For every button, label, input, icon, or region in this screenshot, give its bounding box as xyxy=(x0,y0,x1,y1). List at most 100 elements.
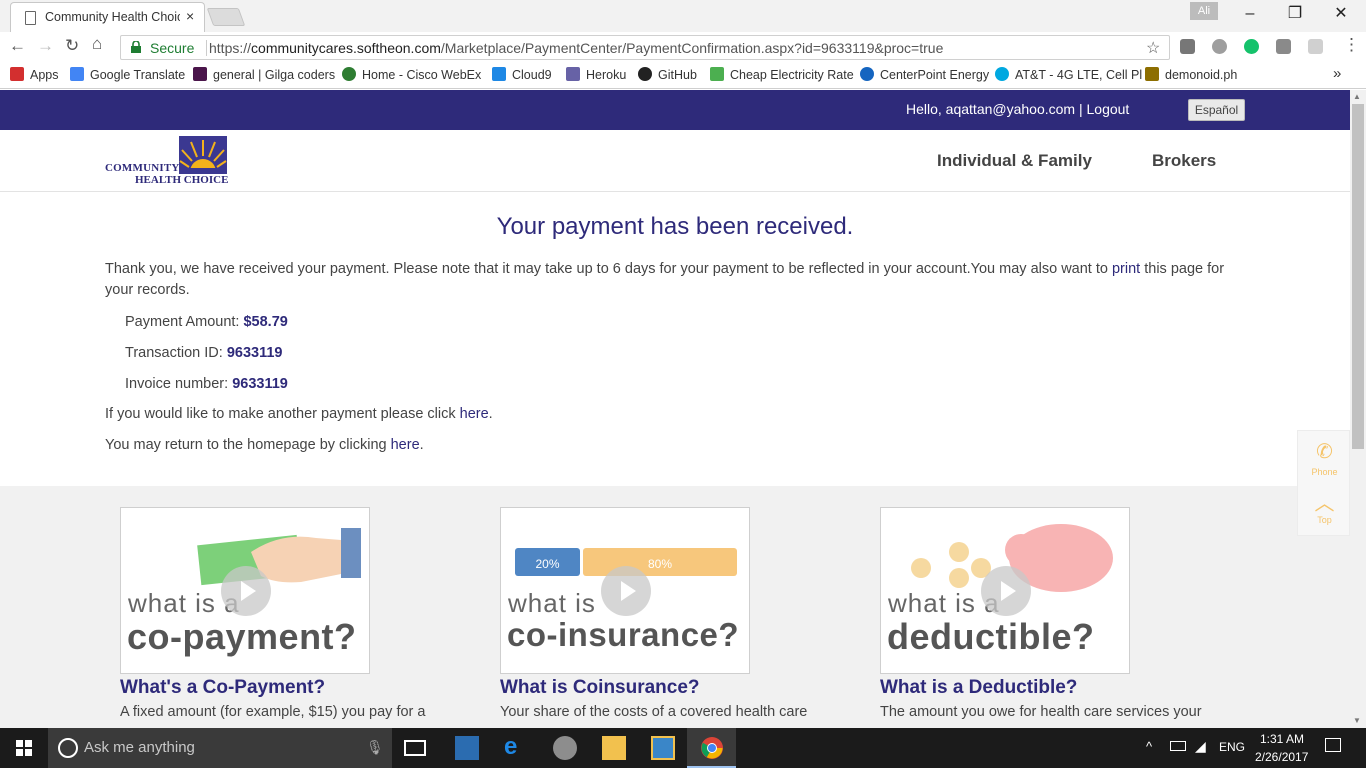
bookmark-centerpoint[interactable]: CenterPoint Energy xyxy=(860,67,989,82)
community-health-choice-logo[interactable]: COMMUNITY HEALTH CHOICE xyxy=(105,136,230,186)
nav-individual-family[interactable]: Individual & Family xyxy=(937,151,1092,171)
message-text: You may return to the homepage by clicki… xyxy=(105,437,391,453)
copayment-video-thumbnail[interactable]: what is a co-payment? xyxy=(120,507,370,674)
url-text[interactable]: https://communitycares.softheon.com/Mark… xyxy=(209,40,943,56)
url-path: /Marketplace/PaymentCenter/PaymentConfir… xyxy=(440,40,944,56)
back-icon[interactable]: ← xyxy=(9,36,26,56)
deductible-title[interactable]: What is a Deductible? xyxy=(880,677,1077,699)
transaction-id-value: 9633119 xyxy=(226,345,283,361)
microphone-icon[interactable]: 🎙 xyxy=(366,739,384,756)
bookmark-cloud9[interactable]: Cloud9 xyxy=(492,67,552,82)
message-text: If you would like to make another paymen… xyxy=(105,406,460,422)
reload-icon[interactable]: ↻ xyxy=(65,36,79,56)
restore-button[interactable]: ❐ xyxy=(1272,2,1318,28)
notifications-icon[interactable] xyxy=(1325,738,1341,752)
bookmark-webex[interactable]: Home - Cisco WebEx xyxy=(342,67,481,82)
thumbnail-caption: what is xyxy=(508,588,596,618)
chrome-taskbar-button[interactable] xyxy=(687,728,736,768)
app-icon[interactable] xyxy=(455,736,479,760)
home-icon[interactable]: ⌂ xyxy=(92,34,102,54)
bookmark-heroku[interactable]: Heroku xyxy=(566,67,626,82)
side-quick-links: ✆ Phone ︿ Top xyxy=(1297,430,1350,536)
bookmark-google-translate[interactable]: Google Translate xyxy=(70,67,185,82)
page-icon xyxy=(25,11,36,25)
sunrise-logo-icon xyxy=(179,136,227,174)
language-indicator[interactable]: ENG xyxy=(1219,740,1245,754)
clock-date[interactable]: 2/26/2017 xyxy=(1255,750,1308,764)
another-payment-link[interactable]: here xyxy=(460,406,489,422)
extension-icon[interactable] xyxy=(1308,39,1323,54)
start-button[interactable] xyxy=(0,728,48,768)
thumbnail-caption: deductible? xyxy=(887,616,1095,657)
app-icon[interactable] xyxy=(651,736,675,760)
chrome-icon xyxy=(701,737,723,759)
bookmark-att[interactable]: AT&T - 4G LTE, Cell Pl xyxy=(995,67,1142,82)
espanol-button[interactable]: Español xyxy=(1188,99,1245,121)
extension-icon[interactable] xyxy=(1180,39,1195,54)
page-scrollbar[interactable]: ▲ ▼ xyxy=(1350,90,1366,728)
scroll-down-icon[interactable]: ▼ xyxy=(1353,716,1361,725)
coinsurance-title[interactable]: What is Coinsurance? xyxy=(500,677,700,699)
invoice-number-row: Invoice number: 9633119 xyxy=(125,376,288,392)
coinsurance-video-thumbnail[interactable]: 20% 80% what is co-insurance? xyxy=(500,507,750,674)
extension-icon[interactable] xyxy=(1276,39,1291,54)
nav-brokers[interactable]: Brokers xyxy=(1152,151,1216,171)
message-text: Thank you, we have received your payment… xyxy=(105,261,1112,277)
extension-icon[interactable] xyxy=(1212,39,1227,54)
close-tab-icon[interactable]: × xyxy=(186,8,194,24)
menu-icon[interactable]: ⋮ xyxy=(1343,35,1360,55)
invoice-number-value: 9633119 xyxy=(232,376,288,392)
print-link[interactable]: print xyxy=(1112,261,1140,277)
deductible-video-thumbnail[interactable]: what is a deductible? xyxy=(880,507,1130,674)
top-label[interactable]: Top xyxy=(1298,515,1350,525)
edge-icon[interactable]: e xyxy=(504,735,528,760)
task-view-icon[interactable] xyxy=(404,740,426,756)
minimize-button[interactable]: – xyxy=(1227,2,1273,28)
site-header: COMMUNITY HEALTH CHOICE Individual & Fam… xyxy=(0,130,1350,192)
scrollbar-thumb[interactable] xyxy=(1352,104,1364,449)
thumbnail-caption: co-payment? xyxy=(127,616,357,657)
address-bar[interactable]: Secure https://communitycares.softheon.c… xyxy=(120,35,1170,60)
bolt-icon xyxy=(710,67,724,81)
play-icon[interactable] xyxy=(601,566,651,616)
profile-button[interactable]: Ali xyxy=(1190,2,1218,20)
app-icon[interactable] xyxy=(553,736,577,760)
battery-icon[interactable] xyxy=(1170,741,1186,751)
bookmark-demonoid[interactable]: demonoid.ph xyxy=(1145,67,1237,82)
bookmark-star-icon[interactable]: ☆ xyxy=(1146,38,1160,58)
bookmark-label: Heroku xyxy=(586,68,627,82)
forward-icon[interactable]: → xyxy=(37,36,54,56)
homepage-link[interactable]: here xyxy=(391,437,420,453)
transaction-id-label: Transaction ID: xyxy=(125,345,227,361)
chevron-up-icon[interactable]: ︿ xyxy=(1298,487,1350,516)
bookmark-label: CenterPoint Energy xyxy=(880,68,990,82)
close-window-button[interactable]: ✕ xyxy=(1318,2,1364,28)
play-icon[interactable] xyxy=(981,566,1031,616)
bookmark-slack[interactable]: general | Gilga coders xyxy=(193,67,335,82)
bookmark-apps[interactable]: Apps xyxy=(10,67,59,82)
file-explorer-icon[interactable] xyxy=(602,736,626,760)
browser-toolbar: ← → ↻ ⌂ Secure https://communitycares.so… xyxy=(0,32,1366,62)
site-top-bar: Hello, aqattan@yahoo.com | Logout Españo… xyxy=(0,90,1350,130)
bookmark-github[interactable]: GitHub xyxy=(638,67,697,82)
demonoid-icon xyxy=(1145,67,1159,81)
grammarly-icon[interactable] xyxy=(1244,39,1259,54)
phone-label[interactable]: Phone xyxy=(1298,467,1350,477)
cortana-search-box[interactable]: Ask me anything 🎙 xyxy=(48,728,392,768)
clock-time[interactable]: 1:31 AM xyxy=(1260,732,1304,746)
more-bookmarks-button[interactable]: » xyxy=(1333,65,1341,82)
page-title: Your payment has been received. xyxy=(496,213,854,240)
transaction-id-row: Transaction ID: 9633119 xyxy=(125,345,282,361)
secure-label: Secure xyxy=(150,40,195,56)
logo-text: COMMUNITY xyxy=(105,162,180,174)
wifi-icon[interactable]: ◢ xyxy=(1195,738,1206,755)
scroll-up-icon[interactable]: ▲ xyxy=(1353,92,1361,101)
phone-icon[interactable]: ✆ xyxy=(1298,439,1350,464)
browser-tab[interactable]: Community Health Choic × xyxy=(10,2,205,32)
copayment-title[interactable]: What's a Co-Payment? xyxy=(120,677,325,699)
user-greeting[interactable]: Hello, aqattan@yahoo.com | Logout xyxy=(906,101,1129,117)
play-icon[interactable] xyxy=(221,566,271,616)
bookmark-cheap-electricity[interactable]: Cheap Electricity Rate xyxy=(710,67,854,82)
new-tab-button[interactable] xyxy=(206,8,246,26)
chevron-up-icon[interactable]: ^ xyxy=(1146,739,1152,754)
